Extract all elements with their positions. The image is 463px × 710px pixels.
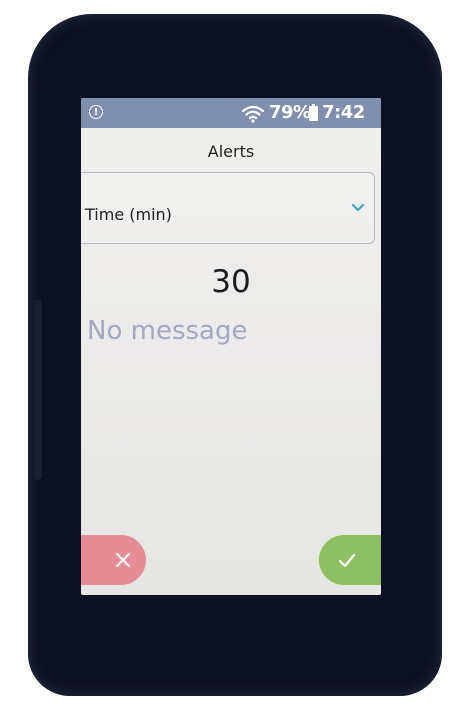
battery-percent: 79% xyxy=(269,102,311,123)
wifi-icon xyxy=(242,105,264,123)
clock-time: 7:42 xyxy=(322,102,365,123)
page-title: Alerts xyxy=(207,142,255,161)
battery-icon xyxy=(309,104,318,121)
alert-value[interactable]: 30 xyxy=(81,264,381,300)
check-icon xyxy=(338,553,356,568)
status-bar: ! 79% 7:42 xyxy=(81,98,381,128)
device-screen: ! 79% 7:42 Alerts Time (min) 30 No messa… xyxy=(81,98,381,595)
close-icon xyxy=(115,552,131,568)
alert-circle-icon: ! xyxy=(89,105,103,119)
cancel-button[interactable] xyxy=(81,535,146,585)
dropdown-selected-value: Time (min) xyxy=(85,205,172,224)
device-side-edge xyxy=(34,300,42,480)
confirm-button[interactable] xyxy=(319,535,381,585)
chevron-down-icon xyxy=(351,203,365,212)
parameter-dropdown[interactable]: Time (min) xyxy=(81,172,375,244)
message-field[interactable]: No message xyxy=(87,316,247,346)
